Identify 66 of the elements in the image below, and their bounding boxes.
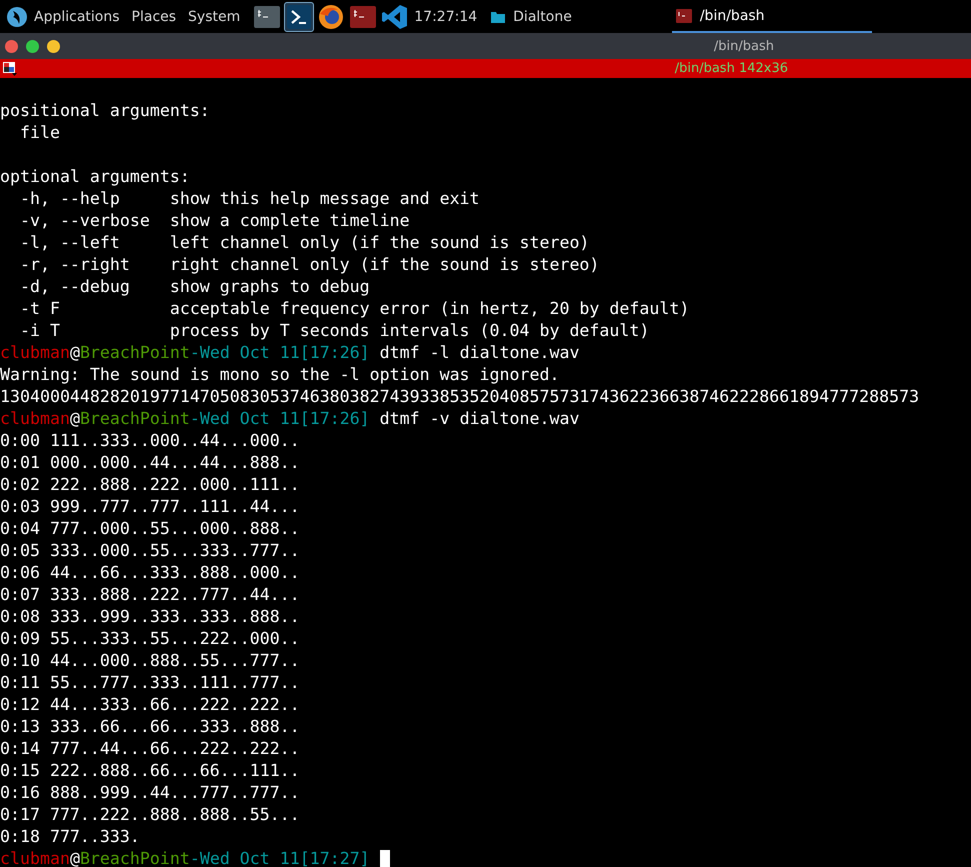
terminal-line: 0:17 777..222..888..888..55... [0, 804, 300, 826]
terminal-line: 0:14 777..44...66...222..222.. [0, 738, 300, 760]
terminal-line: -h, --help show this help message and exit [18, 188, 480, 210]
terminal-icon [676, 8, 692, 22]
panel-clock: 17:27:14 [414, 8, 478, 24]
terminal-line: -l, --left left channel only (if the sound is stereo) [18, 232, 590, 254]
terminal-line: positional arguments: [0, 100, 210, 122]
folder-label: Dialtone [513, 8, 572, 24]
terminal-line: file [18, 122, 60, 144]
terminal-line: 0:13 333..66...66...333..888.. [0, 716, 300, 738]
terminal-prompt-icon [287, 4, 312, 28]
prompt-text: clubman [0, 848, 70, 867]
terminal-line: 0:10 44...000..888..55...777.. [0, 650, 300, 672]
prompt-text: dtmf -l dialtone.wav [378, 342, 580, 364]
prompt-text: BreachPoint [80, 848, 190, 867]
terminal-line: Warning: The sound is mono so the -l option was ignored. [0, 364, 560, 386]
terminal-line: 0:16 888..999..44...777..777.. [0, 782, 300, 804]
terminal-line: 0:01 000..000..44...44...888.. [0, 452, 300, 474]
minimize-button[interactable] [47, 40, 60, 52]
launcher-button[interactable] [284, 2, 314, 32]
prompt-text: clubman [0, 342, 70, 364]
panel-menu[interactable]: Places [132, 8, 176, 24]
terminal-line: 0:06 44...66...333..888..000.. [0, 562, 300, 584]
places-folder-item[interactable]: Dialtone [491, 8, 572, 24]
prompt-text: -Wed Oct 11[17:27] [190, 848, 370, 867]
terminal-line: 0:07 333..888..222..777..44... [0, 584, 300, 606]
terminal-line: 0:02 222..888..222..000..111.. [0, 474, 300, 496]
prompt-text: -Wed Oct 11[17:26] [190, 342, 370, 364]
terminal-line: 0:04 777..000..55...000..888.. [0, 518, 300, 540]
terminal-line: 0:12 44...333..66...222..222.. [0, 694, 300, 716]
terminal-line: -d, --debug show graphs to debug [18, 276, 370, 298]
prompt-text: -Wed Oct 11[17:26] [190, 408, 370, 430]
panel-menu[interactable]: System [188, 8, 240, 24]
terminal-line: optional arguments: [0, 166, 190, 188]
applications-logo-icon[interactable] [6, 6, 28, 28]
prompt-text: dtmf -v dialtone.wav [378, 408, 580, 430]
terminal-line: -t F acceptable frequency error (in hertz, 20 by default) [18, 298, 690, 320]
maximize-button[interactable] [26, 40, 39, 52]
folder-icon [491, 10, 506, 22]
code-editor-icon [382, 4, 408, 30]
panel-menu[interactable]: Applications [34, 8, 120, 24]
terminal-line: 0:05 333..000..55...333..777.. [0, 540, 300, 562]
close-button[interactable] [5, 40, 18, 52]
terminal-line: 0:08 333..999..333..333..888.. [0, 606, 300, 628]
prompt-text: clubman [0, 408, 70, 430]
terminal-line: 0:09 55...333..55...222..000.. [0, 628, 300, 650]
terminal-line: 13040004482820197714705083053746380382743933853520408575731743622366387462228661894777288573 [0, 386, 920, 408]
prompt-text: BreachPoint [80, 408, 190, 430]
terminal-line: 0:18 777..333. [0, 826, 140, 848]
terminal-icon [254, 4, 280, 28]
task-label: /bin/bash [700, 8, 765, 24]
terminal-line: -i T process by T seconds intervals (0.04 by default) [18, 320, 650, 342]
terminal-line: 0:15 222..888..66...66...111.. [0, 760, 300, 782]
prompt-text: @ [70, 342, 80, 364]
terminal-line: 0:11 55...777..333..111..777.. [0, 672, 300, 694]
terminal-line: -v, --verbose show a complete timeline [18, 210, 410, 232]
terminal-icon [350, 4, 376, 28]
terminal-line: -r, --right right channel only (if the sound is stereo) [18, 254, 600, 276]
globe-fox-icon [318, 4, 344, 30]
terminal-menu-icon[interactable] [3, 62, 17, 76]
prompt-text: @ [70, 848, 80, 867]
window-title: /bin/bash [714, 38, 774, 54]
terminal-line: 0:00 111..333..000..44...000.. [0, 430, 300, 452]
prompt-text: BreachPoint [80, 342, 190, 364]
terminal-line: 0:03 999..777..777..111..44... [0, 496, 300, 518]
prompt-text: @ [70, 408, 80, 430]
